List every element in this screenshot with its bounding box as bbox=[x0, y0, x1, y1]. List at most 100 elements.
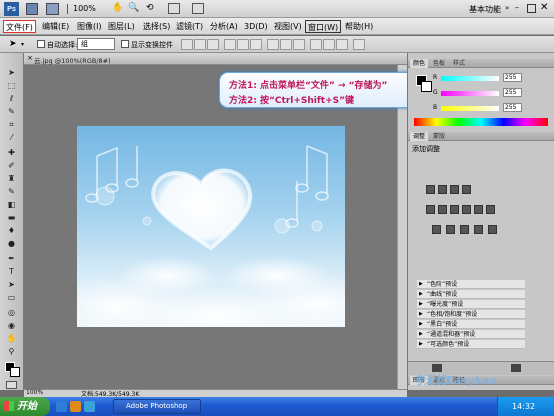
lasso-tool-icon[interactable]: ℓ bbox=[5, 93, 18, 104]
zoom-tool-icon[interactable]: ⚲ bbox=[5, 346, 18, 357]
black-white-icon[interactable] bbox=[462, 205, 471, 214]
menu-edit[interactable]: 编辑(E) bbox=[40, 20, 71, 33]
exposure-icon[interactable] bbox=[462, 185, 471, 194]
curves-icon[interactable] bbox=[450, 185, 459, 194]
preset-hue-saturation[interactable]: “色相/饱和度”预设 bbox=[417, 310, 525, 319]
distribute-top-icon[interactable] bbox=[267, 39, 279, 50]
zoom-tool-icon[interactable]: 🔍 bbox=[128, 3, 139, 13]
image-canvas[interactable] bbox=[77, 126, 345, 327]
clip-to-layer-icon[interactable] bbox=[432, 364, 442, 372]
auto-select-checkbox[interactable] bbox=[37, 40, 45, 48]
threshold-icon[interactable] bbox=[460, 225, 469, 234]
preset-selective-color[interactable]: “可选颜色”预设 bbox=[417, 340, 525, 349]
distribute-left-icon[interactable] bbox=[310, 39, 322, 50]
align-hcenter-icon[interactable] bbox=[237, 39, 249, 50]
menu-3d[interactable]: 3D(D) bbox=[242, 20, 270, 33]
tab-adjustments[interactable]: 调整 bbox=[410, 132, 429, 141]
tab-color[interactable]: 颜色 bbox=[410, 59, 429, 68]
blue-value-field[interactable]: 255 bbox=[503, 103, 522, 112]
move-tool-icon[interactable]: ➤ bbox=[9, 39, 17, 49]
menu-help[interactable]: 帮助(H) bbox=[343, 20, 375, 33]
menu-select[interactable]: 选择(S) bbox=[141, 20, 172, 33]
3d-rotate-tool-icon[interactable]: ◎ bbox=[5, 307, 18, 318]
restore-button[interactable] bbox=[527, 4, 536, 13]
close-button[interactable]: ✕ bbox=[540, 2, 548, 13]
invert-icon[interactable] bbox=[432, 225, 441, 234]
shape-tool-icon[interactable]: ▭ bbox=[5, 292, 18, 303]
document-tab[interactable]: 云.jpg @100%(RGB/8#) × bbox=[24, 53, 407, 65]
history-brush-tool-icon[interactable]: ✎ bbox=[5, 186, 18, 197]
clock[interactable]: 14:32 bbox=[512, 402, 535, 411]
rotate-view-icon[interactable]: ⟲ bbox=[146, 3, 154, 13]
panel-options-icon[interactable] bbox=[511, 364, 521, 372]
quick-mask-icon[interactable] bbox=[6, 381, 17, 389]
3d-orbit-tool-icon[interactable]: ◉ bbox=[5, 320, 18, 331]
blue-slider[interactable] bbox=[441, 106, 499, 111]
channel-mixer-icon[interactable] bbox=[486, 205, 495, 214]
media-player-icon[interactable] bbox=[70, 401, 81, 412]
auto-select-dropdown[interactable]: 组 bbox=[77, 38, 115, 50]
menu-layer[interactable]: 图层(L) bbox=[106, 20, 137, 33]
tab-swatches[interactable]: 色板 bbox=[430, 59, 448, 68]
move-tool-icon[interactable]: ➤ bbox=[5, 67, 18, 78]
background-color-swatch[interactable] bbox=[10, 367, 20, 377]
menu-file[interactable]: 文件(F) bbox=[3, 20, 36, 33]
preset-curves[interactable]: “曲线”预设 bbox=[417, 290, 525, 299]
gradient-tool-icon[interactable]: ▬ bbox=[5, 212, 18, 223]
levels-icon[interactable] bbox=[438, 185, 447, 194]
panel-bg-swatch[interactable] bbox=[421, 81, 432, 92]
taskbar-item-photoshop[interactable]: Adobe Photoshop bbox=[113, 399, 201, 414]
align-top-icon[interactable] bbox=[181, 39, 193, 50]
quick-select-tool-icon[interactable]: ✎ bbox=[5, 106, 18, 117]
distribute-hcenter-icon[interactable] bbox=[323, 39, 335, 50]
brush-tool-icon[interactable]: ✐ bbox=[5, 160, 18, 171]
preset-black-white[interactable]: “黑白”预设 bbox=[417, 320, 525, 329]
red-slider[interactable] bbox=[441, 76, 499, 81]
posterize-icon[interactable] bbox=[446, 225, 455, 234]
marquee-tool-icon[interactable]: ⬚ bbox=[5, 80, 18, 91]
photo-filter-icon[interactable] bbox=[474, 205, 483, 214]
vertical-scrollbar[interactable] bbox=[397, 65, 407, 389]
clone-stamp-tool-icon[interactable]: ♜ bbox=[5, 173, 18, 184]
vibrance-icon[interactable] bbox=[426, 205, 435, 214]
desktop-icon[interactable] bbox=[84, 401, 95, 412]
tab-styles[interactable]: 样式 bbox=[450, 59, 468, 68]
menu-view[interactable]: 视图(V) bbox=[272, 20, 304, 33]
tool-preset-chevron-icon[interactable]: ▾ bbox=[21, 41, 24, 48]
spectrum-ramp[interactable] bbox=[414, 118, 548, 126]
screen-mode-icon[interactable] bbox=[192, 3, 204, 14]
hand-tool-icon[interactable]: ✋ bbox=[112, 3, 123, 13]
green-value-field[interactable]: 255 bbox=[503, 88, 522, 97]
selective-color-icon[interactable] bbox=[488, 225, 497, 234]
menu-image[interactable]: 图像(I) bbox=[75, 20, 104, 33]
eyedropper-tool-icon[interactable]: ⁄ bbox=[5, 132, 18, 143]
distribute-right-icon[interactable] bbox=[336, 39, 348, 50]
distribute-bottom-icon[interactable] bbox=[293, 39, 305, 50]
document-close-icon[interactable]: × bbox=[27, 54, 33, 62]
preset-exposure[interactable]: “曝光度”预设 bbox=[417, 300, 525, 309]
menu-analysis[interactable]: 分析(A) bbox=[208, 20, 240, 33]
zoom-readout[interactable]: 100% bbox=[26, 389, 43, 396]
align-bottom-icon[interactable] bbox=[207, 39, 219, 50]
green-slider[interactable] bbox=[441, 91, 499, 96]
align-right-icon[interactable] bbox=[250, 39, 262, 50]
preset-channel-mixer[interactable]: “通道混和器”预设 bbox=[417, 330, 525, 339]
show-transform-checkbox[interactable] bbox=[121, 40, 129, 48]
workspace-switcher[interactable]: 基本功能 bbox=[469, 4, 501, 15]
minimize-button[interactable]: – bbox=[515, 4, 524, 13]
hue-saturation-icon[interactable] bbox=[438, 205, 447, 214]
eraser-tool-icon[interactable]: ◧ bbox=[5, 199, 18, 210]
brightness-contrast-icon[interactable] bbox=[426, 185, 435, 194]
auto-align-icon[interactable] bbox=[353, 39, 365, 50]
path-select-tool-icon[interactable]: ➤ bbox=[5, 279, 18, 290]
zoom-level-dropdown[interactable]: 100% bbox=[73, 4, 96, 13]
blur-tool-icon[interactable]: ♦ bbox=[5, 225, 18, 236]
menu-window[interactable]: 窗口(W) bbox=[305, 20, 342, 33]
preset-levels[interactable]: “色阶”预设 bbox=[417, 280, 525, 289]
crop-tool-icon[interactable]: ⌗ bbox=[5, 119, 18, 130]
ie-icon[interactable] bbox=[56, 401, 67, 412]
type-tool-icon[interactable]: T bbox=[5, 266, 18, 277]
distribute-vcenter-icon[interactable] bbox=[280, 39, 292, 50]
dodge-tool-icon[interactable]: ● bbox=[5, 238, 18, 249]
tab-masks[interactable]: 蒙版 bbox=[430, 132, 448, 141]
